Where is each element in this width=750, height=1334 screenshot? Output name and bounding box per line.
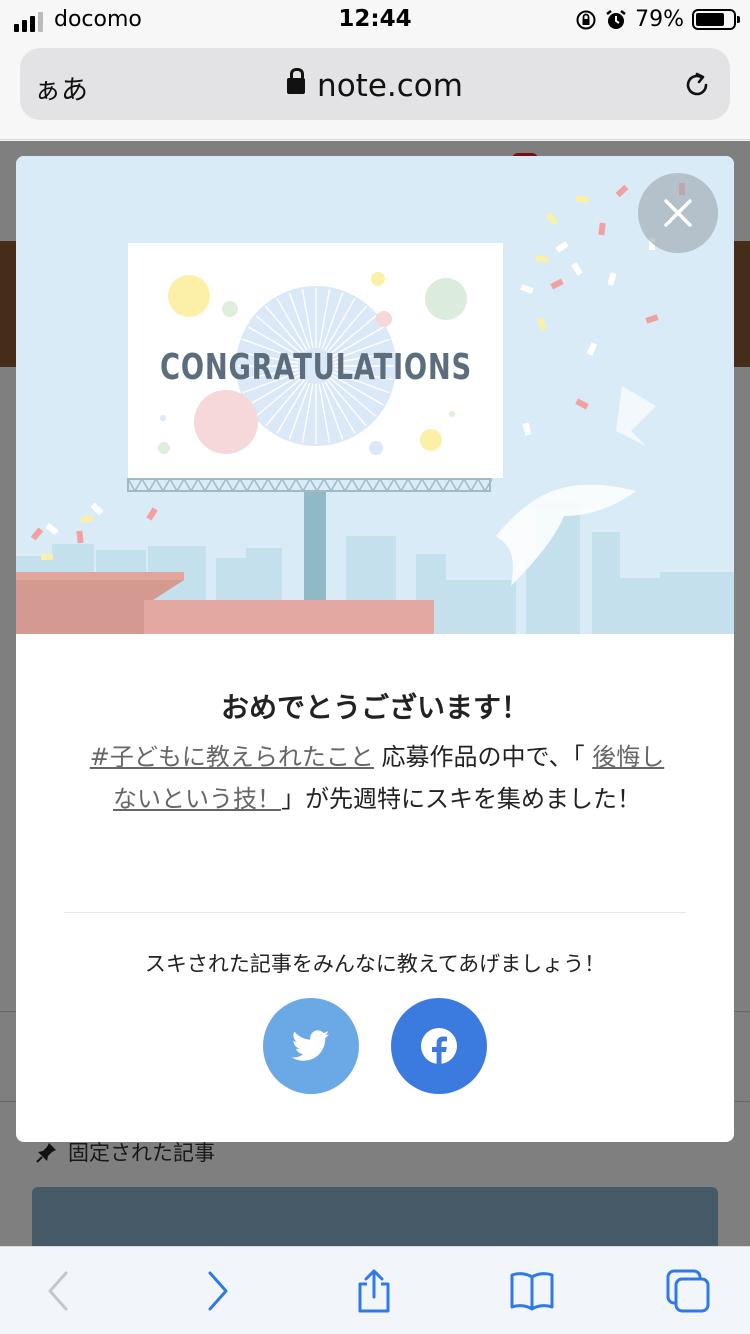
share-icon[interactable] — [352, 1269, 396, 1313]
back-icon[interactable] — [36, 1269, 80, 1313]
share-prompt: スキされた記事をみんなに教えてあげましょう！ — [144, 952, 606, 976]
modal-message: #子どもに教えられたこと 応募作品の中で、「 後悔しないという技！」が先週特にス… — [89, 743, 665, 813]
tabs-icon[interactable] — [666, 1269, 710, 1313]
close-icon — [664, 199, 692, 227]
facebook-icon — [421, 1028, 457, 1066]
url-domain[interactable]: note.com — [20, 68, 730, 104]
forward-icon[interactable] — [196, 1269, 240, 1313]
congratulations-modal: CONGRATULATIONS おめでとうございます！ #子どもに教えられたこと… — [16, 156, 734, 1142]
status-bar: docomo 12:44 79% — [0, 0, 750, 40]
orientation-lock-icon — [576, 10, 596, 29]
billboard-illustration: CONGRATULATIONS — [16, 183, 734, 634]
hero-sign-text: CONGRATULATIONS — [160, 347, 472, 388]
facebook-share-button[interactable] — [391, 998, 487, 1094]
address-bar[interactable]: ぁあ note.com — [20, 48, 730, 120]
close-button[interactable] — [638, 173, 718, 253]
share-buttons — [263, 998, 487, 1094]
browser-toolbar — [0, 1246, 750, 1334]
reload-icon[interactable] — [682, 70, 712, 100]
bookmarks-icon[interactable] — [510, 1269, 554, 1313]
alarm-icon — [606, 9, 626, 29]
modal-title: おめでとうございます！ — [220, 691, 529, 724]
twitter-share-button[interactable] — [263, 998, 359, 1094]
hashtag-link[interactable]: #子どもに教えられたこと — [90, 743, 374, 771]
congratulations-illustration: CONGRATULATIONS — [16, 156, 734, 634]
browser-address-area: ぁあ note.com — [0, 40, 750, 140]
domain-text: note.com — [317, 68, 463, 104]
battery-percent: 79% — [635, 7, 684, 32]
lock-icon — [287, 68, 306, 94]
divider — [64, 912, 686, 913]
battery-icon — [692, 9, 740, 30]
twitter-icon — [292, 1030, 330, 1061]
